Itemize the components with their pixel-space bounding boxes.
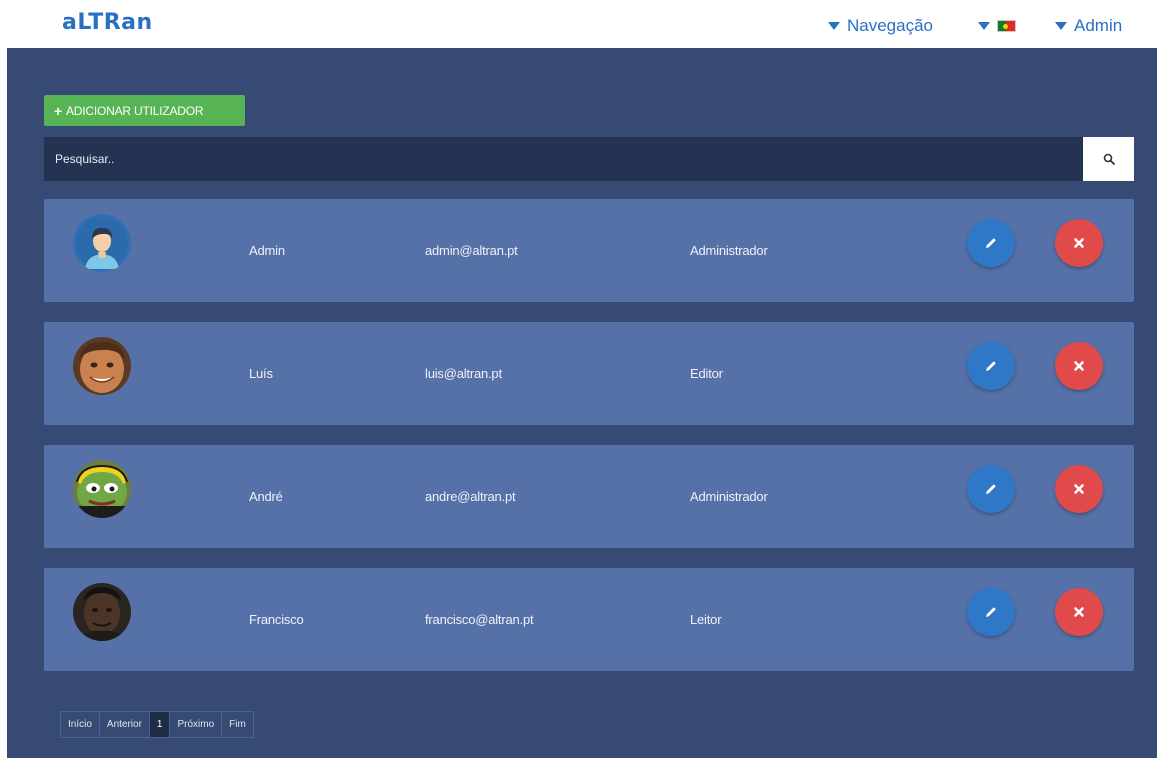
user-role: Administrador [690, 489, 768, 504]
user-name: Luís [249, 366, 273, 381]
user-name: André [249, 489, 283, 504]
user-photo [73, 337, 131, 395]
edit-user-button[interactable] [967, 342, 1015, 390]
pencil-icon [986, 607, 996, 617]
close-icon [1074, 361, 1084, 371]
caret-down-icon [828, 22, 840, 30]
delete-user-button[interactable] [1055, 588, 1103, 636]
pencil-icon [986, 484, 996, 494]
user-row: Francisco francisco@altran.pt Leitor [44, 568, 1134, 671]
altran-logo[interactable]: aLTRan [62, 10, 153, 35]
edit-user-button[interactable] [967, 588, 1015, 636]
navigation-dropdown[interactable]: Navegação [828, 14, 933, 38]
add-user-label: ADICIONAR UTILIZADOR [65, 103, 204, 118]
portugal-flag-icon [997, 20, 1016, 32]
delete-user-button[interactable] [1055, 465, 1103, 513]
user-email: luis@altran.pt [425, 366, 502, 381]
page-last-button[interactable]: Fim [221, 711, 254, 738]
close-icon [1074, 238, 1084, 248]
user-role: Leitor [690, 612, 722, 627]
caret-down-icon [1055, 22, 1067, 30]
pagination: Início Anterior 1 Próximo Fim [60, 711, 254, 738]
delete-user-button[interactable] [1055, 342, 1103, 390]
page-first-button[interactable]: Início [60, 711, 100, 738]
user-role: Editor [690, 366, 723, 381]
pencil-icon [986, 361, 996, 371]
user-email: admin@altran.pt [425, 243, 518, 258]
user-email: francisco@altran.pt [425, 612, 534, 627]
user-email: andre@altran.pt [425, 489, 516, 504]
caret-down-icon [978, 22, 990, 30]
search-placeholder: Pesquisar.. [55, 152, 115, 166]
frog-avatar [73, 460, 131, 518]
user-row: André andre@altran.pt Administrador [44, 445, 1134, 548]
navigation-label: Navegação [847, 16, 934, 35]
add-user-button[interactable]: + ADICIONAR UTILIZADOR [44, 95, 245, 126]
page-next-button[interactable]: Próximo [169, 711, 223, 738]
search-input[interactable]: Pesquisar.. [44, 137, 1083, 181]
language-dropdown[interactable] [978, 14, 1016, 38]
user-row: Admin admin@altran.pt Administrador [44, 199, 1134, 302]
user-menu-label: Admin [1074, 16, 1123, 35]
user-name: Admin [249, 243, 285, 258]
page-prev-button[interactable]: Anterior [98, 711, 150, 738]
delete-user-button[interactable] [1055, 219, 1103, 267]
top-navbar: aLTRan Navegação Admin [0, 0, 1162, 48]
pencil-icon [986, 238, 996, 248]
user-role: Administrador [690, 243, 768, 258]
default-user-avatar [73, 214, 131, 272]
search-icon [1103, 153, 1115, 165]
search-button[interactable] [1083, 137, 1134, 181]
edit-user-button[interactable] [967, 219, 1015, 267]
user-photo [73, 583, 131, 641]
user-row: Luís luis@altran.pt Editor [44, 322, 1134, 425]
edit-user-button[interactable] [967, 465, 1015, 513]
page-current-button[interactable]: 1 [148, 711, 171, 738]
close-icon [1074, 484, 1084, 494]
users-panel: + ADICIONAR UTILIZADOR Pesquisar.. Admin… [7, 48, 1157, 758]
close-icon [1074, 607, 1084, 617]
plus-icon: + [54, 102, 62, 119]
user-menu-dropdown[interactable]: Admin [1055, 14, 1122, 38]
user-name: Francisco [249, 612, 304, 627]
